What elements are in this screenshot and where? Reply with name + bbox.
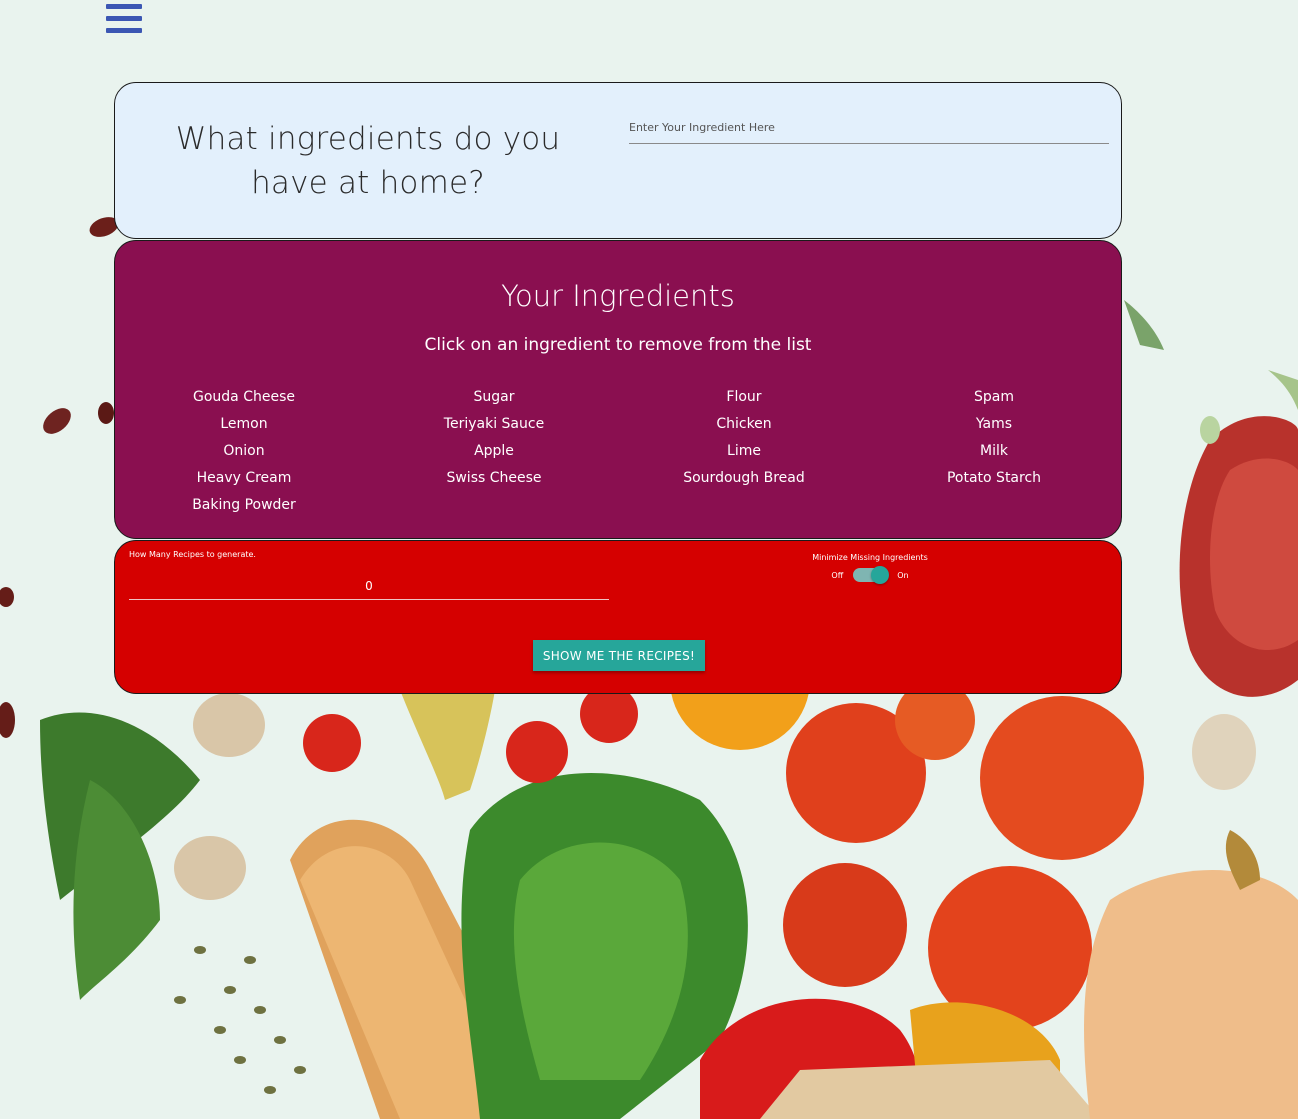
- ingredient-item[interactable]: Teriyaki Sauce: [369, 414, 619, 441]
- ingredient-search-card: What ingredients do you have at home?: [114, 82, 1122, 239]
- minimize-missing-toggle-group: Minimize Missing Ingredients Off On: [805, 553, 935, 584]
- ingredient-item[interactable]: Lemon: [119, 414, 369, 441]
- ingredient-item[interactable]: Apple: [369, 441, 619, 468]
- minimize-missing-label: Minimize Missing Ingredients: [812, 553, 928, 562]
- ingredient-question-heading: What ingredients do you have at home?: [175, 121, 561, 201]
- your-ingredients-card: Your Ingredients Click on an ingredient …: [114, 240, 1122, 539]
- toggle-on-label: On: [897, 570, 909, 580]
- ingredient-item[interactable]: Sourdough Bread: [619, 468, 869, 495]
- ingredient-item[interactable]: Flour: [619, 387, 869, 414]
- switch-knob: [871, 566, 890, 584]
- ingredient-item[interactable]: Potato Starch: [869, 468, 1119, 495]
- ingredient-item[interactable]: Lime: [619, 441, 869, 468]
- ingredient-item[interactable]: Spam: [869, 387, 1119, 414]
- ingredient-item[interactable]: Swiss Cheese: [369, 468, 619, 495]
- ingredient-list: Gouda Cheese Sugar Flour Spam Lemon Teri…: [119, 387, 1119, 522]
- ingredient-item[interactable]: Chicken: [619, 414, 869, 441]
- recipe-count-input[interactable]: [129, 573, 609, 600]
- hamburger-menu-icon[interactable]: [106, 4, 142, 36]
- ingredient-item[interactable]: Heavy Cream: [119, 468, 369, 495]
- show-recipes-button[interactable]: SHOW ME THE RECIPES!: [533, 640, 705, 671]
- generate-recipes-card: How Many Recipes to generate. Minimize M…: [114, 540, 1122, 694]
- ingredient-item[interactable]: Onion: [119, 441, 369, 468]
- minimize-missing-switch[interactable]: [853, 566, 890, 584]
- remove-instructions: Click on an ingredient to remove from th…: [424, 335, 812, 355]
- toggle-off-label: Off: [831, 570, 844, 580]
- recipe-count-label: How Many Recipes to generate.: [129, 550, 256, 559]
- ingredient-item[interactable]: Milk: [869, 441, 1119, 468]
- ingredient-input[interactable]: [629, 111, 1109, 144]
- ingredient-item[interactable]: Sugar: [369, 387, 619, 414]
- ingredient-item[interactable]: Baking Powder: [119, 495, 369, 522]
- ingredient-item[interactable]: Yams: [869, 414, 1119, 441]
- your-ingredients-title: Your Ingredients: [501, 279, 735, 313]
- ingredient-item[interactable]: Gouda Cheese: [119, 387, 369, 414]
